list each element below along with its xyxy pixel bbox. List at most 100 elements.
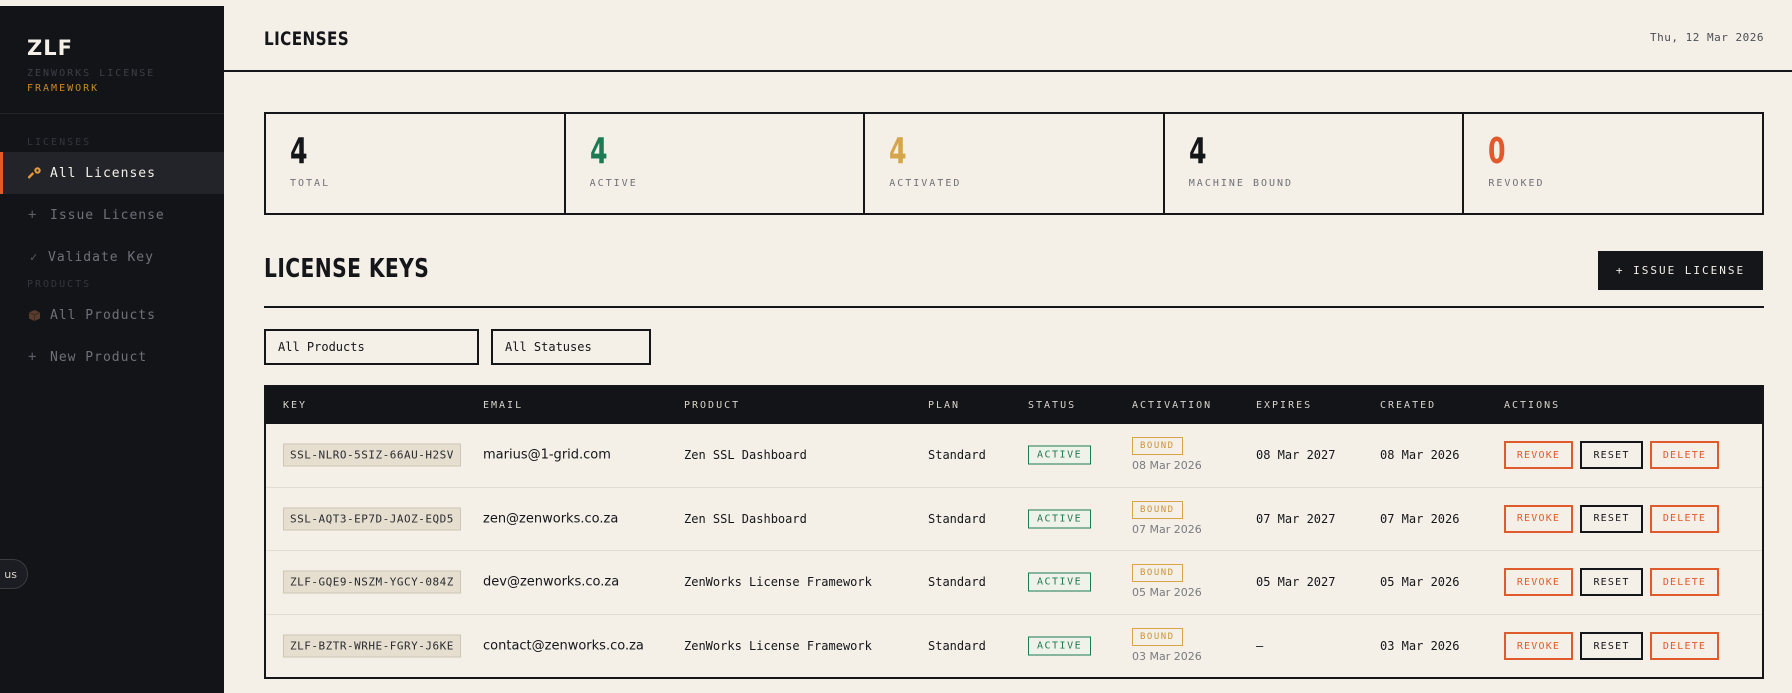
column-header-plan: PLAN [928,400,961,411]
sidebar-item-label: New Product [50,349,148,365]
sidebar-item-new-product[interactable]: + New Product [0,336,224,378]
section-divider [264,306,1764,308]
reset-button[interactable]: RESET [1580,632,1643,661]
stat-total: 4 TOTAL [266,114,566,213]
sidebar: ZLF ZENWORKS LICENSE FRAMEWORK LICENSES … [0,0,224,693]
status-badge: ACTIVE [1028,572,1092,592]
license-table: KEY EMAIL PRODUCT PLAN STATUS ACTIVATION… [264,385,1764,679]
stat-value: 0 [1488,131,1506,172]
license-product: Zen SSL Dashboard [684,511,807,526]
status-filter-select[interactable]: All Statuses [491,329,651,365]
column-header-key: KEY [283,400,308,411]
license-expires: 08 Mar 2027 [1256,448,1336,463]
license-expires: 05 Mar 2027 [1256,575,1336,590]
license-email: dev@zenworks.co.za [483,574,620,590]
license-key[interactable]: SSL-AQT3-EP7D-JAOZ-EQD5 [283,507,461,531]
brand-subtitle-line2: FRAMEWORK [27,83,100,94]
reset-button[interactable]: RESET [1580,504,1643,533]
license-created: 08 Mar 2026 [1380,448,1460,463]
delete-button[interactable]: DELETE [1650,504,1719,533]
license-plan: Standard [928,511,986,526]
stat-value: 4 [1188,131,1207,172]
column-header-actions: ACTIONS [1504,400,1561,411]
license-product: Zen SSL Dashboard [684,448,807,463]
sidebar-item-label: All Products [50,307,156,323]
status-badge: ACTIVE [1028,509,1092,529]
column-header-created: CREATED [1380,400,1437,411]
stat-value: 4 [589,131,608,172]
plus-icon: + [28,207,38,223]
column-header-product: PRODUCT [684,400,741,411]
brand-title: ZLF [27,36,73,60]
activation-cell: BOUND 03 Mar 2026 [1132,624,1202,663]
stat-label: ACTIVE [589,178,638,189]
delete-button[interactable]: DELETE [1650,568,1719,597]
license-expires: — [1256,639,1264,654]
issue-license-button[interactable]: + ISSUE LICENSE [1598,251,1763,290]
check-icon: ✓ [30,250,39,264]
sidebar-item-label: All Licenses [50,165,156,181]
table-row: SSL-AQT3-EP7D-JAOZ-EQD5 zen@zenworks.co.… [266,488,1762,551]
stat-machine-bound: 4 MACHINE BOUND [1165,114,1465,213]
license-key[interactable]: SSL-NLRO-5SIZ-66AU-H2SV [283,443,461,467]
license-product: ZenWorks License Framework [684,639,872,654]
sidebar-item-issue-license[interactable]: + Issue License [0,194,224,236]
license-key[interactable]: ZLF-GQE9-NSZM-YGCY-084Z [283,570,461,594]
key-icon [28,166,50,180]
plus-icon: + [28,349,38,365]
stat-label: TOTAL [290,178,331,189]
sidebar-item-all-products[interactable]: All Products [0,294,224,336]
activation-badge: BOUND [1132,437,1183,455]
license-plan: Standard [928,575,986,590]
license-created: 03 Mar 2026 [1380,639,1460,654]
license-expires: 07 Mar 2027 [1256,511,1336,526]
brand-subtitle-line1: ZENWORKS LICENSE [27,68,156,79]
activation-badge: BOUND [1132,564,1183,582]
stat-revoked: 0 REVOKED [1464,114,1762,213]
revoke-button[interactable]: REVOKE [1504,568,1573,597]
floating-user-pill[interactable]: us [0,559,28,589]
license-product: ZenWorks License Framework [684,575,872,590]
license-email: marius@1-grid.com [483,447,611,463]
sidebar-item-validate-key[interactable]: ✓ Validate Key [0,236,224,278]
license-created: 07 Mar 2026 [1380,511,1460,526]
column-header-activation: ACTIVATION [1132,400,1213,411]
current-date: Thu, 12 Mar 2026 [1650,31,1764,44]
delete-button[interactable]: DELETE [1650,632,1719,661]
table-row: ZLF-GQE9-NSZM-YGCY-084Z dev@zenworks.co.… [266,551,1762,615]
stat-value: 4 [290,131,308,172]
table-row: SSL-NLRO-5SIZ-66AU-H2SV marius@1-grid.co… [266,424,1762,488]
license-key[interactable]: ZLF-BZTR-WRHE-FGRY-J6KE [283,634,461,658]
license-created: 05 Mar 2026 [1380,575,1460,590]
license-plan: Standard [928,639,986,654]
product-filter-select[interactable]: All Products [264,329,479,365]
section-title: LICENSE KEYS [264,254,430,284]
stat-label: REVOKED [1488,178,1545,189]
sidebar-item-label: Issue License [50,207,165,223]
activation-date: 05 Mar 2026 [1132,586,1202,599]
nav-section-licenses: LICENSES [27,137,92,148]
license-plan: Standard [928,448,986,463]
table-header: KEY EMAIL PRODUCT PLAN STATUS ACTIVATION… [266,387,1762,424]
box-icon [28,309,50,322]
activation-cell: BOUND 05 Mar 2026 [1132,560,1202,599]
revoke-button[interactable]: REVOKE [1504,504,1573,533]
stat-activated: 4 ACTIVATED [865,114,1165,213]
delete-button[interactable]: DELETE [1650,441,1719,470]
reset-button[interactable]: RESET [1580,568,1643,597]
column-header-status: STATUS [1028,400,1077,411]
activation-date: 08 Mar 2026 [1132,459,1202,472]
license-email: contact@zenworks.co.za [483,638,644,654]
brand: ZLF ZENWORKS LICENSE FRAMEWORK [0,6,224,114]
brand-subtitle: ZENWORKS LICENSE FRAMEWORK [27,66,224,96]
revoke-button[interactable]: REVOKE [1504,632,1573,661]
sidebar-item-label: Validate Key [48,249,154,265]
revoke-button[interactable]: REVOKE [1504,441,1573,470]
sidebar-item-all-licenses[interactable]: All Licenses [0,152,224,194]
page-title: LICENSES [264,28,350,50]
activation-badge: BOUND [1132,627,1183,646]
license-email: zen@zenworks.co.za [483,511,619,527]
reset-button[interactable]: RESET [1580,441,1643,470]
stat-label: ACTIVATED [889,178,962,189]
table-row: ZLF-BZTR-WRHE-FGRY-J6KE contact@zenworks… [266,615,1762,679]
